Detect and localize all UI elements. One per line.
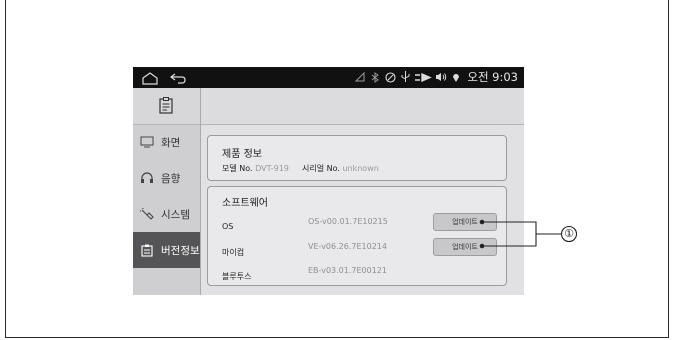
callout-lines — [479, 219, 578, 249]
callout-number: ① — [564, 227, 574, 241]
